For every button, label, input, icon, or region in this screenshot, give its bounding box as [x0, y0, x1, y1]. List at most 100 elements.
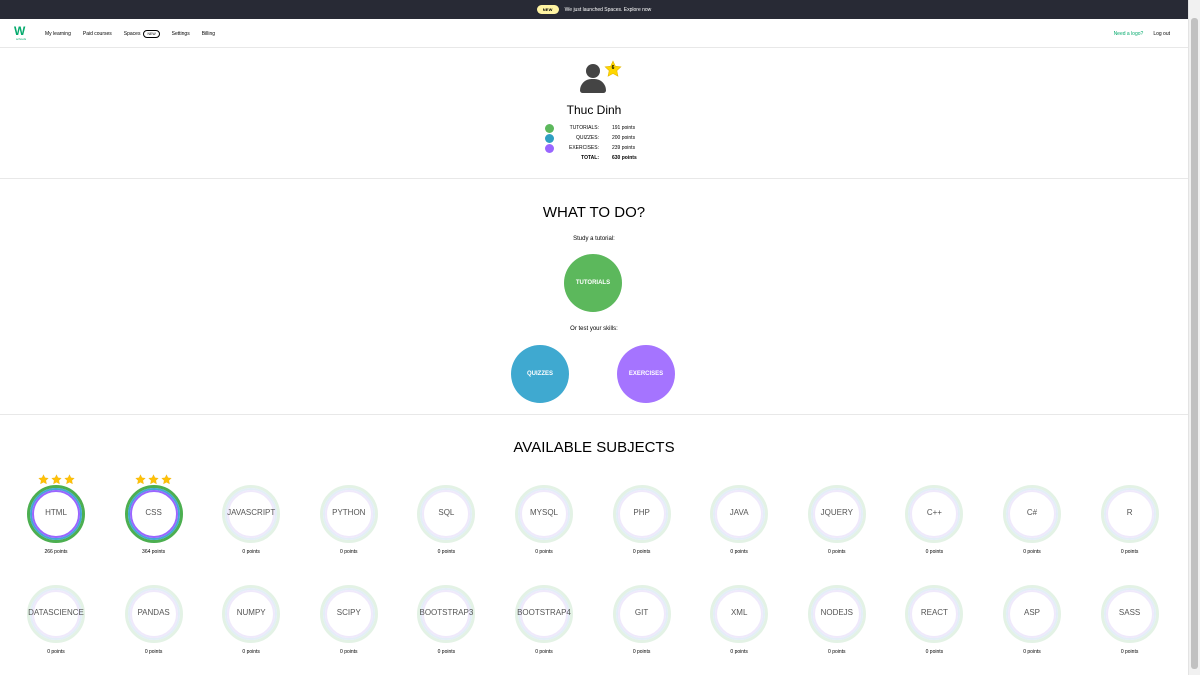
- subject-stars: [992, 572, 1072, 584]
- scrollbar-thumb[interactable]: [1191, 18, 1198, 669]
- subject-numpy[interactable]: NUMPY 0 points: [211, 572, 291, 667]
- subject-name: NUMPY: [236, 608, 266, 617]
- subject-stars: [602, 572, 682, 584]
- profile-section: 6 Thuc Dinh TUTORIALS: 191 points QUIZZE…: [0, 48, 1188, 179]
- nav-spaces[interactable]: Spaces NEW: [124, 29, 160, 38]
- subject-points: 0 points: [242, 549, 260, 555]
- subject-jquery[interactable]: JQUERY 0 points: [797, 472, 877, 567]
- subject-php[interactable]: PHP 0 points: [602, 472, 682, 567]
- subject-stars: [211, 572, 291, 584]
- exercises-button[interactable]: EXERCISES: [617, 345, 675, 403]
- subject-c[interactable]: C# 0 points: [992, 472, 1072, 567]
- subject-name: BOOTSTRAP4: [517, 608, 571, 617]
- subject-stars: [309, 572, 389, 584]
- subject-xml[interactable]: XML 0 points: [699, 572, 779, 667]
- subject-name: PHP: [633, 508, 650, 517]
- subject-stars: [699, 472, 779, 484]
- avatar-icon: [579, 62, 607, 94]
- subject-name: R: [1126, 508, 1133, 517]
- subject-stars: [406, 572, 486, 584]
- subject-points: 0 points: [340, 649, 358, 655]
- subject-scipy[interactable]: SCIPY 0 points: [309, 572, 389, 667]
- nav-billing[interactable]: Billing: [202, 31, 215, 37]
- subject-name: DATASCIENCE: [28, 608, 84, 617]
- subject-asp[interactable]: ASP 0 points: [992, 572, 1072, 667]
- subject-stars: [114, 572, 194, 584]
- quizzes-button[interactable]: QUIZZES: [511, 345, 569, 403]
- test-skills-text: Or test your skills:: [570, 326, 618, 332]
- subject-points: 0 points: [925, 549, 944, 555]
- subject-git[interactable]: GIT 0 points: [602, 572, 682, 667]
- tutorials-dot-icon: [545, 124, 554, 133]
- subject-r[interactable]: R 0 points: [1090, 472, 1170, 567]
- subject-c[interactable]: C++ 0 points: [894, 472, 974, 567]
- subject-bootstrap3[interactable]: BOOTSTRAP3 0 points: [406, 572, 486, 667]
- logo-subtext: schools: [16, 37, 27, 41]
- logout-link[interactable]: Log out: [1153, 31, 1170, 37]
- subject-points: 0 points: [730, 549, 748, 555]
- subject-points: 266 points: [44, 549, 68, 555]
- subject-html[interactable]: HTML 266 points: [16, 472, 96, 567]
- available-subjects-title: AVAILABLE SUBJECTS: [513, 439, 675, 456]
- stat-quizzes: QUIZZES: 200 points: [545, 133, 655, 143]
- subject-name: NODEJS: [820, 608, 854, 617]
- nav-paid-courses[interactable]: Paid courses: [83, 31, 112, 37]
- subject-points: 0 points: [340, 549, 358, 555]
- subject-points: 0 points: [1023, 649, 1041, 655]
- subject-css[interactable]: CSS 364 points: [114, 472, 194, 567]
- study-tutorial-text: Study a tutorial:: [573, 236, 615, 242]
- need-a-logo-link[interactable]: Need a logo?: [1114, 31, 1144, 37]
- subject-points: 0 points: [632, 649, 651, 655]
- nav-right: Need a logo? Log out: [1114, 19, 1170, 48]
- subject-nodejs[interactable]: NODEJS 0 points: [797, 572, 877, 667]
- subject-sass[interactable]: SASS 0 points: [1090, 572, 1170, 667]
- subject-bootstrap4[interactable]: BOOTSTRAP4 0 points: [504, 572, 584, 667]
- subject-stars: [699, 572, 779, 584]
- subject-stars: [1090, 572, 1170, 584]
- nav-settings[interactable]: Settings: [172, 31, 190, 37]
- explore-now-link[interactable]: Explore now: [624, 7, 652, 13]
- subject-stars: [894, 572, 974, 584]
- star-icon: [161, 472, 172, 485]
- subject-python[interactable]: PYTHON 0 points: [309, 472, 389, 567]
- subject-stars: [504, 572, 584, 584]
- subject-name: MYSQL: [529, 508, 558, 517]
- star-icon: [135, 472, 146, 485]
- subject-stars: [992, 472, 1072, 484]
- available-subjects-section: AVAILABLE SUBJECTS HTML 266 points CSS 364 …: [0, 416, 1188, 675]
- subject-stars: [16, 472, 96, 485]
- page-scrollbar[interactable]: [1188, 0, 1200, 675]
- subject-java[interactable]: JAVA 0 points: [699, 472, 779, 567]
- subject-stars: [114, 472, 194, 485]
- subject-points: 0 points: [1120, 549, 1139, 555]
- subject-javascript[interactable]: JAVASCRIPT 0 points: [211, 472, 291, 567]
- subject-points: 0 points: [535, 549, 553, 555]
- subject-datascience[interactable]: DATASCIENCE 0 points: [16, 572, 96, 667]
- stat-total: TOTAL: 630 points: [581, 155, 637, 161]
- subject-stars: [309, 472, 389, 484]
- what-to-do-title: WHAT TO DO?: [542, 204, 646, 221]
- subject-name: BOOTSTRAP3: [419, 608, 474, 617]
- subject-sql[interactable]: SQL 0 points: [406, 472, 486, 567]
- subject-stars: [211, 472, 291, 484]
- subject-points: 0 points: [242, 649, 260, 655]
- w3schools-logo[interactable]: W schools: [14, 24, 34, 44]
- what-to-do-section: WHAT TO DO? Study a tutorial: TUTORIALS …: [0, 180, 1188, 415]
- nav-my-learning[interactable]: My learning: [45, 31, 71, 37]
- subject-name: SCIPY: [336, 608, 361, 617]
- subject-stars: [602, 472, 682, 484]
- subject-react[interactable]: REACT 0 points: [894, 572, 974, 667]
- subject-name: C#: [1026, 508, 1038, 517]
- subject-points: 0 points: [437, 649, 456, 655]
- quizzes-dot-icon: [545, 134, 554, 143]
- subject-name: SQL: [438, 508, 455, 517]
- subject-mysql[interactable]: MYSQL 0 points: [504, 472, 584, 567]
- subject-points: 364 points: [142, 549, 166, 555]
- user-name: Thuc Dinh: [566, 103, 622, 117]
- tutorials-button[interactable]: TUTORIALS: [564, 254, 622, 312]
- subject-stars: [406, 472, 486, 484]
- subject-pandas[interactable]: PANDAS 0 points: [114, 572, 194, 667]
- announcement-bar: NEW We just launched Spaces. Explore now: [0, 0, 1188, 19]
- subject-points: 0 points: [925, 649, 944, 655]
- subject-stars: [16, 572, 96, 584]
